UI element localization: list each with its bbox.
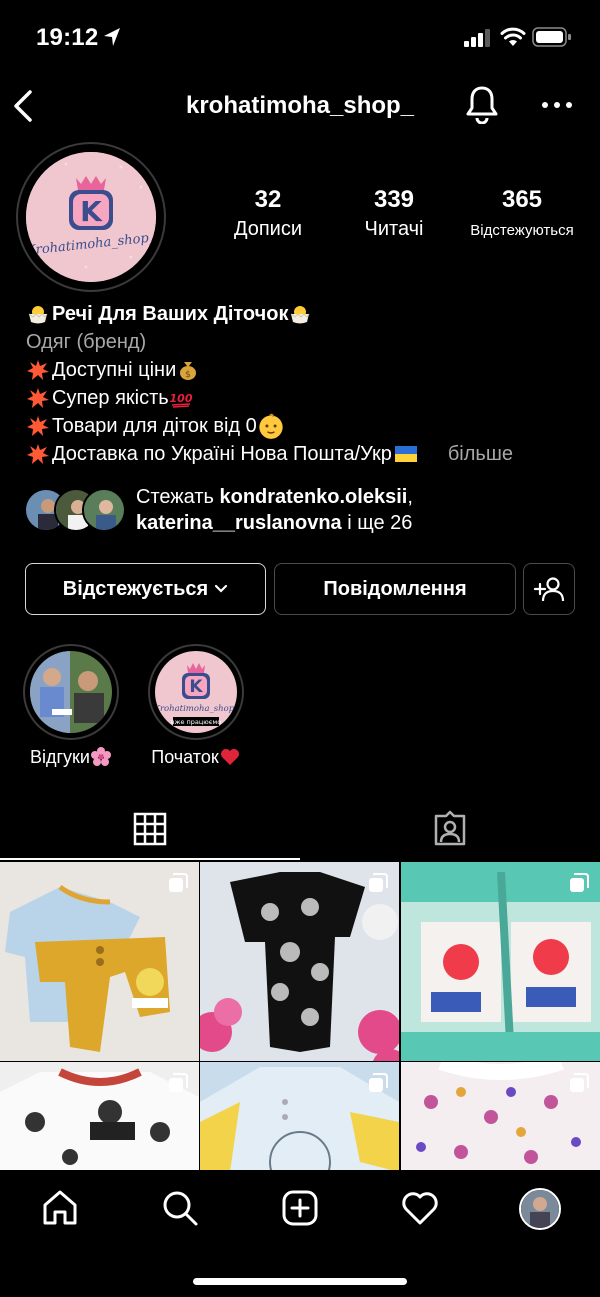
cellular-signal-icon (464, 29, 490, 47)
followed-by-text: Стежать kondratenko.oleksii, katerina__r… (136, 486, 413, 534)
message-button[interactable]: Повідомлення (274, 563, 516, 615)
wifi-icon (500, 27, 526, 46)
baby-emoji-icon (259, 413, 283, 439)
following-count[interactable]: 365 Відстежуються (464, 186, 580, 246)
followers-count[interactable]: 339 Читачі (324, 186, 464, 246)
more-options-icon[interactable] (540, 98, 574, 112)
posts-count[interactable]: 32 Дописи (220, 186, 316, 246)
carousel-icon (169, 873, 188, 892)
highlight-label: Початок (151, 746, 219, 767)
collision-emoji-icon (27, 444, 49, 464)
battery-icon (532, 27, 571, 47)
svg-text:K: K (189, 677, 203, 697)
chevron-down-icon (215, 584, 228, 593)
carousel-icon (369, 1073, 388, 1092)
post-thumbnail[interactable] (0, 862, 199, 1061)
post-thumbnail[interactable] (401, 862, 600, 1061)
active-tab-indicator (0, 858, 300, 860)
suggested-people-button[interactable] (523, 563, 575, 615)
post-thumbnail[interactable] (401, 1062, 600, 1172)
search-icon[interactable] (160, 1188, 200, 1228)
collision-emoji-icon (27, 360, 49, 380)
cherry-blossom-emoji-icon (91, 747, 111, 766)
follower-avatar (82, 488, 126, 532)
posts-grid (0, 862, 600, 1172)
heart-icon[interactable] (400, 1188, 440, 1228)
story-highlight-reviews[interactable]: Відгуки (22, 644, 120, 768)
shop-logo: K Krohatimoha_shop_ (26, 152, 156, 282)
bio-line: Супер якість (52, 387, 169, 409)
svg-text:Krohatimoha_shop_: Krohatimoha_shop_ (155, 704, 237, 714)
highlight-cover (30, 651, 112, 733)
carousel-icon (369, 873, 388, 892)
post-thumbnail[interactable] (0, 1062, 199, 1172)
bio-line: Доставка по Україні Нова Пошта/Укр (52, 443, 392, 465)
collision-emoji-icon (27, 416, 49, 436)
post-thumbnail[interactable] (200, 862, 399, 1061)
bio-name: Речі Для Ваших Діточок (52, 303, 289, 325)
svg-text:$: $ (185, 370, 191, 380)
post-thumbnail[interactable] (200, 1062, 399, 1172)
grid-icon[interactable] (133, 812, 167, 846)
bio-category[interactable]: Одяг (бренд) (26, 328, 586, 356)
tagged-photos-icon[interactable] (432, 810, 468, 846)
svg-text:100: 100 (169, 392, 192, 405)
profile-header: krohatimoha_shop_ (0, 82, 600, 132)
followed-by[interactable]: Стежать kondratenko.oleksii, katerina__r… (24, 484, 584, 540)
add-person-icon (533, 577, 565, 602)
new-post-icon[interactable] (280, 1188, 320, 1228)
own-profile-avatar[interactable] (519, 1188, 561, 1230)
story-highlight-start[interactable]: K Krohatimoha_shop_ вже працюємо Початок (146, 644, 246, 768)
profile-tabs (0, 800, 600, 862)
bio-line: Товари для діток від 0 (52, 415, 257, 437)
hundred-points-emoji-icon: 100 (169, 392, 193, 408)
profile-username: krohatimoha_shop_ (185, 92, 415, 119)
bio-line: Доступні ціни (52, 359, 177, 381)
home-indicator (193, 1278, 407, 1285)
home-icon[interactable] (40, 1188, 80, 1228)
svg-text:вже працюємо: вже працюємо (171, 718, 221, 726)
following-button[interactable]: Відстежується (25, 563, 266, 615)
money-bag-emoji-icon: $ (180, 362, 197, 380)
status-time: 19:12 (36, 24, 99, 51)
bio-more-link[interactable]: більше (448, 440, 513, 468)
status-bar: 19:12 (0, 0, 600, 76)
carousel-icon (570, 873, 589, 892)
location-arrow-icon (104, 28, 120, 46)
profile-stats: 32 Дописи 339 Читачі 365 Відстежуються (220, 186, 580, 246)
highlight-cover: K Krohatimoha_shop_ вже працюємо (155, 651, 237, 733)
red-heart-emoji-icon (220, 749, 239, 765)
hatching-chick-emoji-icon (28, 306, 48, 324)
profile-avatar[interactable]: K Krohatimoha_shop_ (16, 142, 166, 292)
ukraine-flag-emoji-icon (394, 446, 417, 462)
svg-text:K: K (80, 195, 103, 228)
notification-bell-icon[interactable] (464, 84, 500, 124)
carousel-icon (570, 1073, 589, 1092)
collision-emoji-icon (27, 388, 49, 408)
carousel-icon (169, 1073, 188, 1092)
highlight-label: Відгуки (29, 746, 90, 767)
hatching-chick-emoji-icon (291, 306, 310, 324)
profile-bio: Речі Для Ваших Діточок Одяг (бренд) Дост… (26, 300, 586, 468)
